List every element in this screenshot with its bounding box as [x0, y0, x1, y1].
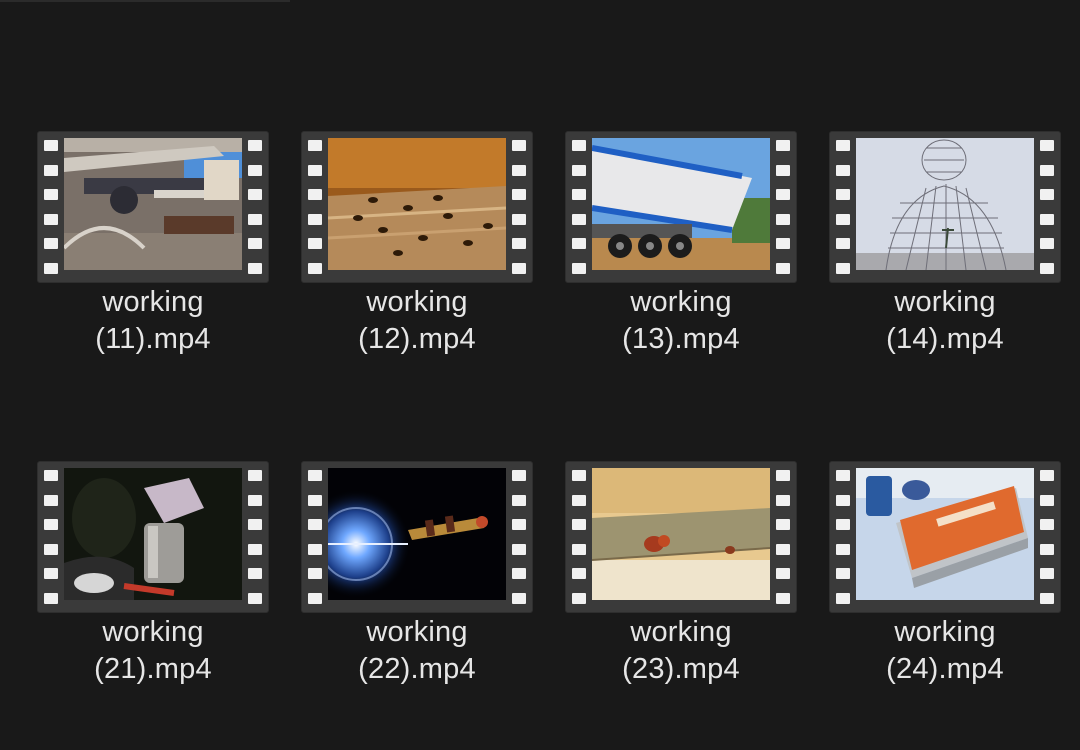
film-perforations [42, 140, 60, 274]
file-name: working (24).mp4 [886, 616, 1004, 685]
film-perforations [570, 140, 588, 274]
video-thumbnail [566, 462, 796, 612]
film-perforations [1038, 470, 1056, 604]
file-item[interactable]: working (12).mp4 [302, 132, 532, 382]
film-perforations [834, 140, 852, 274]
video-thumbnail [830, 132, 1060, 282]
film-perforations [570, 470, 588, 604]
film-perforations [774, 470, 792, 604]
film-perforations [510, 470, 528, 604]
file-item[interactable]: working (22).mp4 [302, 462, 532, 712]
video-thumbnail [302, 462, 532, 612]
light-flare-icon [328, 468, 506, 600]
file-name: working (12).mp4 [358, 286, 476, 355]
file-item[interactable]: working (13).mp4 [566, 132, 796, 382]
film-perforations [246, 140, 264, 274]
file-name: working (13).mp4 [622, 286, 740, 355]
file-name: working (21).mp4 [94, 616, 212, 685]
video-thumbnail [38, 462, 268, 612]
file-item[interactable]: working (14).mp4 [830, 132, 1060, 382]
pipes-icon [64, 138, 242, 270]
film-perforations [1038, 140, 1056, 274]
bug-on-wall-icon [592, 468, 770, 600]
video-thumbnail [566, 132, 796, 282]
file-grid-view: working (11).mp4 working (12).mp4 workin… [0, 0, 1080, 750]
film-perforations [42, 470, 60, 604]
file-item[interactable]: working (23).mp4 [566, 462, 796, 712]
film-perforations [510, 140, 528, 274]
video-thumbnail [830, 462, 1060, 612]
file-name: working (23).mp4 [622, 616, 740, 685]
header-divider [0, 0, 290, 2]
tin-box-icon [856, 468, 1034, 600]
video-thumbnail [302, 132, 532, 282]
film-perforations [306, 140, 324, 274]
file-name: working (11).mp4 [95, 286, 211, 355]
wire-sculpture-icon [856, 138, 1034, 270]
file-item[interactable]: working (21).mp4 [38, 462, 268, 712]
file-item[interactable]: working (11).mp4 [38, 132, 268, 382]
welder-icon [64, 468, 242, 600]
file-item[interactable]: working (24).mp4 [830, 462, 1060, 712]
film-perforations [834, 470, 852, 604]
video-thumbnail [38, 132, 268, 282]
truck-icon [592, 138, 770, 270]
file-name: working (22).mp4 [358, 616, 476, 685]
bees-icon [328, 138, 506, 270]
file-name: working (14).mp4 [886, 286, 1004, 355]
film-perforations [774, 140, 792, 274]
film-perforations [246, 470, 264, 604]
film-perforations [306, 470, 324, 604]
